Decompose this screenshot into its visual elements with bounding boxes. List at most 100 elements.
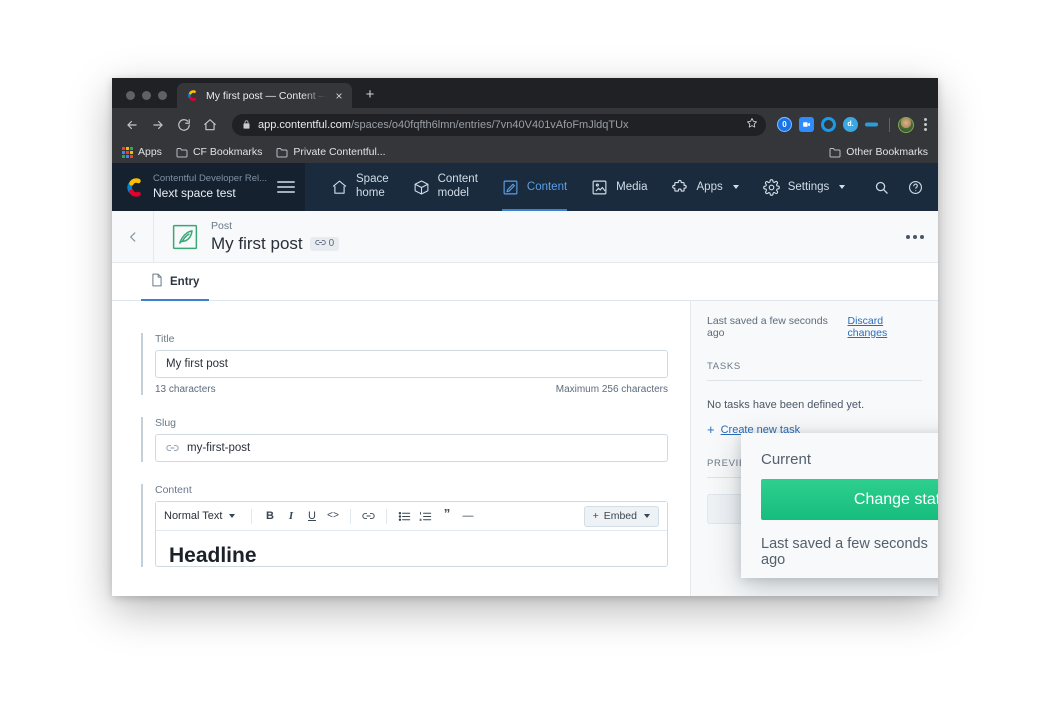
bookmark-cf-bookmarks[interactable]: CF Bookmarks [176, 146, 262, 158]
nav-item-content-model[interactable]: Content model [401, 163, 490, 211]
entry-meta: Post My first post 0 [211, 219, 892, 255]
chevron-left-icon[interactable] [112, 210, 154, 263]
app-top-navigation: Contentful Developer Rel... Next space t… [112, 163, 938, 211]
rte-italic-button[interactable]: I [280, 506, 301, 527]
feather-entry-icon [171, 223, 199, 251]
tab-entry[interactable]: Entry [141, 263, 210, 301]
document-icon [151, 273, 163, 290]
reload-icon[interactable] [172, 113, 196, 137]
star-icon[interactable] [746, 116, 758, 134]
maximize-window-button[interactable] [158, 91, 167, 100]
rte-quote-button[interactable]: ” [436, 506, 457, 527]
nav-item-media[interactable]: Media [579, 163, 659, 211]
bookmark-apps-label: Apps [138, 146, 162, 158]
links-count-badge[interactable]: 0 [309, 236, 340, 251]
slug-input[interactable]: my-first-post [155, 434, 668, 462]
chrome-menu-icon[interactable] [921, 118, 930, 131]
nav-item-apps-label: Apps [696, 181, 723, 193]
d-extension-glyph: d. [847, 121, 854, 128]
title-input[interactable]: My first post [155, 350, 668, 378]
change-status-button[interactable]: Change status [761, 479, 938, 520]
space-name: Next space test [153, 186, 236, 201]
zoom-extension-icon[interactable] [799, 117, 814, 132]
nav-item-content[interactable]: Content [490, 163, 579, 211]
nav-right-actions [866, 163, 938, 211]
title-char-count: 13 characters [155, 384, 216, 395]
home-icon[interactable] [198, 113, 222, 137]
bookmark-apps[interactable]: Apps [122, 146, 162, 158]
discard-changes-link[interactable]: Discard changes [848, 315, 922, 339]
search-icon[interactable] [866, 163, 896, 211]
rte-underline-button[interactable]: U [301, 506, 322, 527]
help-circle-icon[interactable] [900, 163, 930, 211]
d-extension-icon[interactable]: d. [843, 117, 858, 132]
onepassword-extension-icon[interactable]: 0 [777, 117, 792, 132]
title-max-note: Maximum 256 characters [555, 384, 668, 395]
bookmark-private-contentful[interactable]: Private Contentful... [276, 146, 386, 158]
rte-content-area[interactable]: Headline [156, 531, 667, 566]
field-content-label: Content [155, 484, 192, 496]
address-bar[interactable]: app.contentful.com/spaces/o40fqfth6lmn/e… [232, 113, 766, 136]
window-traffic-lights [120, 91, 177, 108]
nav-label-line1: Content [437, 173, 478, 186]
nav-item-media-label: Media [616, 181, 648, 193]
rte-horizontal-rule-button[interactable]: — [457, 506, 478, 527]
close-tab-button[interactable]: × [333, 89, 345, 103]
ticket-extension-icon[interactable] [865, 117, 881, 132]
folder-icon [276, 147, 288, 158]
chevron-down-icon [229, 514, 236, 518]
entry-fields: Title My first post 13 characters Maximu… [112, 301, 690, 596]
rte-bullet-list-button[interactable] [394, 506, 415, 527]
entry-header: Post My first post 0 [112, 210, 938, 263]
forward-arrow-icon[interactable] [146, 113, 170, 137]
rte-link-button[interactable] [358, 506, 379, 527]
rte-code-button[interactable]: <> [322, 506, 343, 527]
browser-toolbar: app.contentful.com/spaces/o40fqfth6lmn/e… [112, 108, 938, 141]
nav-item-space-home[interactable]: Space home [319, 163, 401, 211]
contentful-logo-icon [124, 177, 145, 198]
rte-embed-label: Embed [603, 510, 637, 522]
space-selector[interactable]: Contentful Developer Rel... Next space t… [112, 163, 305, 211]
more-actions-icon[interactable] [892, 211, 938, 263]
plus-icon: + [707, 422, 715, 437]
browser-tab[interactable]: My first post — Content — Nex × [177, 83, 352, 108]
gear-icon [762, 178, 780, 196]
lock-icon [242, 120, 251, 129]
ring-extension-icon[interactable] [821, 117, 836, 132]
entry-content-type: Post [211, 219, 233, 232]
rte-embed-button[interactable]: + Embed [583, 505, 659, 527]
toolbar-divider [350, 508, 352, 524]
nav-item-apps[interactable]: Apps [660, 163, 751, 211]
link-icon [166, 443, 179, 453]
rte-numbered-list-button[interactable] [415, 506, 436, 527]
rte-block-type-select[interactable]: Normal Text [164, 510, 244, 522]
nav-label-line1: Space [356, 173, 389, 186]
nav-label-line2: model [437, 187, 469, 199]
new-tab-button[interactable]: + [357, 83, 383, 108]
back-arrow-icon[interactable] [120, 113, 144, 137]
hamburger-menu-icon[interactable] [277, 181, 295, 193]
bookmark-cf-bookmarks-label: CF Bookmarks [192, 146, 263, 158]
entry-tabs: Entry [112, 263, 938, 301]
user-avatar[interactable] [898, 116, 914, 133]
folder-icon [176, 147, 188, 158]
slug-input-value: my-first-post [187, 442, 251, 454]
puzzle-icon [671, 179, 689, 196]
browser-extensions: 0 d. [774, 116, 930, 133]
minimize-window-button[interactable] [142, 91, 151, 100]
entry-title-row: My first post 0 [211, 233, 892, 254]
rte-block-type-label: Normal Text [164, 510, 223, 522]
page-title: My first post [211, 234, 303, 254]
other-bookmarks[interactable]: Other Bookmarks [829, 146, 928, 158]
other-bookmarks-label: Other Bookmarks [846, 146, 928, 158]
close-window-button[interactable] [126, 91, 135, 100]
onepassword-glyph: 0 [782, 120, 787, 129]
rte-bold-button[interactable]: B [259, 506, 280, 527]
sidebar-saved-row: Last saved a few seconds ago Discard cha… [707, 315, 922, 339]
chevron-down-icon [839, 185, 846, 189]
toolbar-divider [251, 508, 253, 524]
cube-icon [413, 179, 430, 196]
magnifier-status-row: Current PUBLISHED [761, 451, 938, 468]
field-slug: Slug my-first-post [141, 417, 668, 462]
nav-item-settings[interactable]: Settings [751, 163, 858, 211]
